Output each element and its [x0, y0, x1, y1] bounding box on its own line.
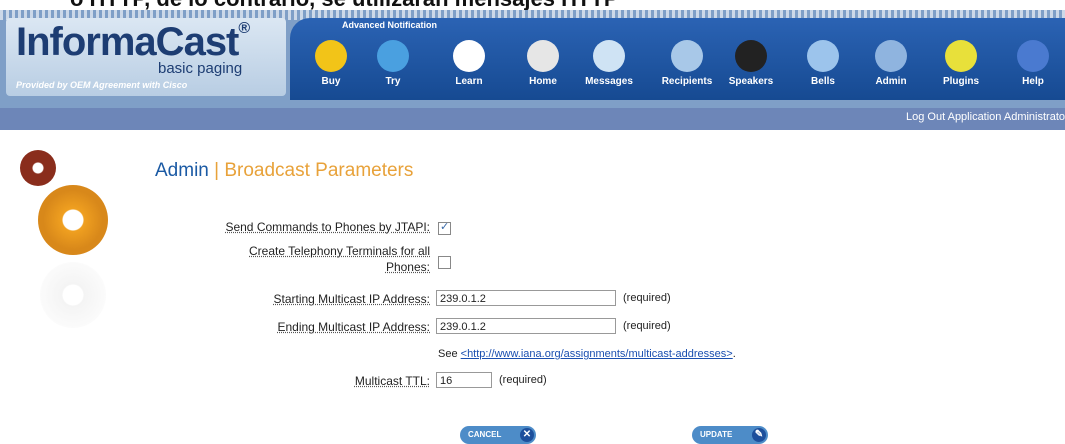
- nav-item-label: Recipients: [661, 76, 713, 87]
- nav-item-label: Learn: [455, 76, 483, 87]
- nav-item-label: Buy: [321, 76, 341, 87]
- close-icon: ✕: [520, 428, 534, 442]
- plugins-icon: [945, 40, 977, 72]
- speakers-icon: [735, 40, 767, 72]
- bells-icon: [807, 40, 839, 72]
- nav-item-label: Admin: [875, 76, 907, 87]
- gear-reflection-icon: [40, 262, 106, 328]
- terminals-label-line2: Phones:: [385, 260, 430, 274]
- see-reference: See <http://www.iana.org/assignments/mul…: [438, 348, 736, 360]
- messages-icon: [593, 40, 625, 72]
- home-icon: [527, 40, 559, 72]
- small-gear-icon: [20, 150, 56, 186]
- iana-link[interactable]: <http://www.iana.org/assignments/multica…: [461, 348, 733, 360]
- page-title: Admin | Broadcast Parameters: [155, 160, 413, 182]
- nav-item-recipients[interactable]: Recipients: [656, 32, 718, 98]
- see-text: See: [438, 348, 458, 360]
- logo-subtitle: basic paging: [158, 60, 243, 77]
- large-gear-icon: [38, 185, 108, 255]
- nav-item-home[interactable]: Home: [512, 32, 574, 98]
- nav-item-label: Bells: [811, 76, 835, 87]
- breadcrumb-separator: |: [214, 160, 220, 181]
- buy-icon: [315, 40, 347, 72]
- nav-item-label: Messages: [585, 76, 633, 87]
- main-nav: Advanced Notification Buy Try Learn Home Mes…: [290, 18, 1065, 100]
- try-icon: [377, 40, 409, 72]
- nav-item-help[interactable]: Help: [1002, 32, 1064, 98]
- start-ip-label: Starting Multicast IP Address:: [273, 292, 430, 306]
- nav-item-bells[interactable]: Bells: [792, 32, 854, 98]
- terminals-checkbox[interactable]: [438, 256, 451, 269]
- end-ip-input[interactable]: 239.0.1.2: [436, 318, 616, 334]
- nav-item-admin[interactable]: Admin: [860, 32, 922, 98]
- nav-item-learn[interactable]: Learn: [438, 32, 500, 98]
- ttl-input[interactable]: 16: [436, 372, 492, 388]
- informacast-logo: InformaCast® basic paging Provided by OE…: [6, 18, 286, 96]
- nav-item-messages[interactable]: Messages: [578, 32, 640, 98]
- logout-link[interactable]: Log Out Application Administrato: [906, 111, 1065, 123]
- nav-item-label: Try: [385, 76, 401, 87]
- breadcrumb-current: Broadcast Parameters: [224, 160, 414, 181]
- advanced-notification-label: Advanced Notification: [342, 20, 438, 30]
- sub-bar: Log Out Application Administrato: [0, 108, 1065, 130]
- jtapi-checkbox[interactable]: [438, 220, 451, 235]
- cancel-button-label: CANCEL: [468, 430, 502, 439]
- update-button[interactable]: UPDATE ✎: [692, 426, 768, 444]
- logo-tagline: Provided by OEM Agreement with Cisco: [16, 80, 188, 90]
- nav-item-speakers[interactable]: Speakers: [720, 32, 782, 98]
- admin-icon: [875, 40, 907, 72]
- ttl-label: Multicast TTL:: [354, 374, 430, 388]
- ttl-required: (required): [499, 374, 547, 386]
- nav-item-try[interactable]: Try: [362, 32, 424, 98]
- nav-item-label: Plugins: [942, 76, 980, 87]
- nav-item-label: Help: [1022, 76, 1044, 87]
- see-period: .: [732, 348, 736, 360]
- recipients-icon: [671, 40, 703, 72]
- nav-item-label: Speakers: [728, 76, 774, 87]
- nav-item-plugins[interactable]: Plugins: [930, 32, 992, 98]
- jtapi-label: Send Commands to Phones by JTAPI:: [225, 220, 430, 234]
- start-ip-input[interactable]: 239.0.1.2: [436, 290, 616, 306]
- start-ip-required: (required): [623, 292, 671, 304]
- breadcrumb-admin[interactable]: Admin: [155, 160, 209, 181]
- learn-icon: [453, 40, 485, 72]
- nav-item-buy[interactable]: Buy: [300, 32, 362, 98]
- terminals-label-line1: Create Telephony Terminals for all: [249, 244, 430, 258]
- logo-title: InformaCast®: [16, 20, 250, 64]
- pencil-icon: ✎: [752, 428, 766, 442]
- end-ip-required: (required): [623, 320, 671, 332]
- end-ip-label: Ending Multicast IP Address:: [277, 320, 430, 334]
- help-icon: [1017, 40, 1049, 72]
- cancel-button[interactable]: CANCEL ✕: [460, 426, 536, 444]
- nav-item-label: Home: [529, 76, 557, 87]
- update-button-label: UPDATE: [700, 430, 733, 439]
